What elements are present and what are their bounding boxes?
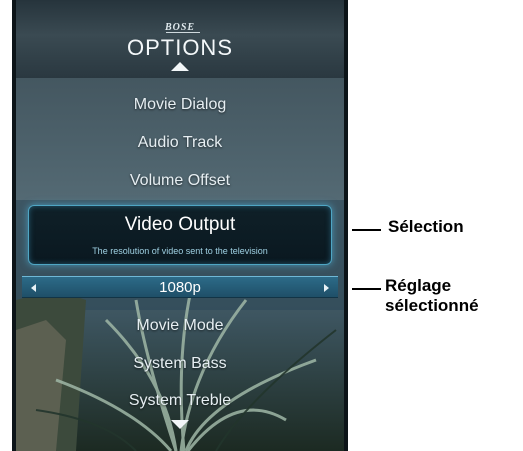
- selected-menu-item[interactable]: Video Output The resolution of video sen…: [28, 205, 332, 265]
- menu-item-volume-offset[interactable]: Volume Offset: [16, 172, 344, 190]
- callout-line-setting: [352, 288, 381, 290]
- next-value-icon[interactable]: [324, 284, 329, 292]
- menu-item-audio-track[interactable]: Audio Track: [16, 134, 344, 152]
- selected-item-label: Video Output: [124, 214, 236, 235]
- callout-selection-label: Sélection: [388, 217, 464, 236]
- scroll-up-icon[interactable]: [16, 62, 344, 71]
- menu-item-movie-dialog[interactable]: Movie Dialog: [16, 96, 344, 114]
- setting-value-selector[interactable]: 1080p: [22, 276, 338, 298]
- menu-item-movie-mode[interactable]: Movie Mode: [16, 317, 344, 335]
- brand-logo-rule: [166, 32, 200, 33]
- menu-item-system-bass[interactable]: System Bass: [16, 355, 344, 373]
- menu-item-system-treble[interactable]: System Treble: [16, 392, 344, 410]
- callout-setting-label-line1: Réglage: [385, 276, 452, 295]
- scroll-down-icon[interactable]: [16, 420, 344, 429]
- menu-title: OPTIONS: [126, 35, 233, 60]
- callout-setting-label-line2: sélectionné: [385, 296, 479, 315]
- options-menu-panel: BOSE OPTIONS Movie Dialog Audio Track Vo…: [12, 0, 348, 451]
- callout-line-selection: [352, 229, 381, 231]
- selected-item-description: The resolution of video sent to the tele…: [92, 246, 268, 256]
- setting-value: 1080p: [159, 279, 201, 296]
